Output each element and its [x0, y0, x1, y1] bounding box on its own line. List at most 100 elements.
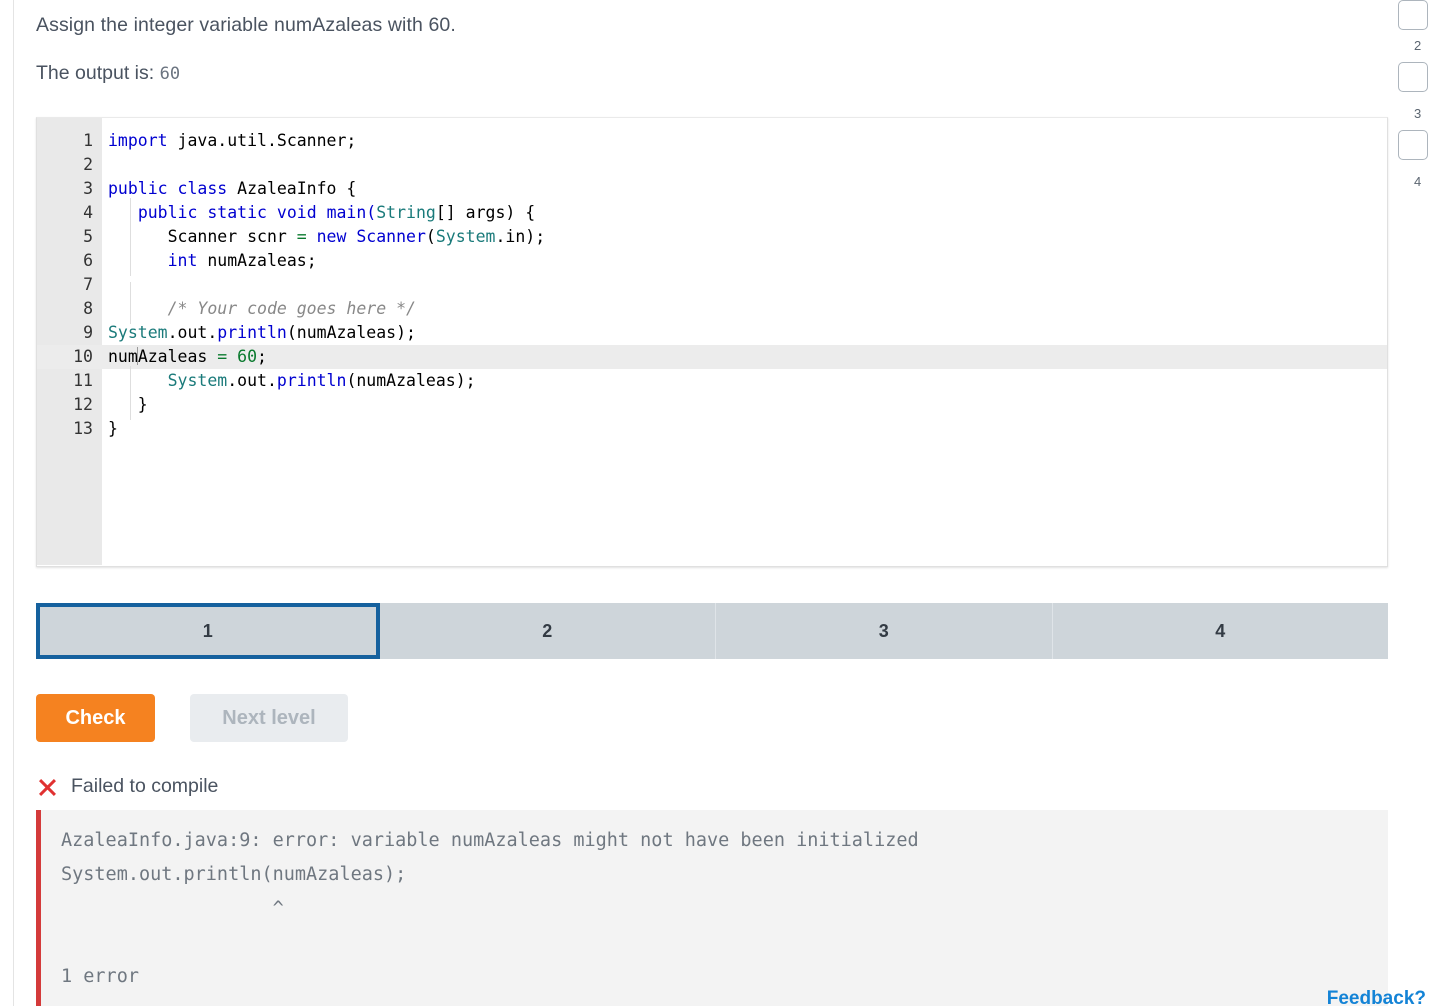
- code-token: }: [108, 395, 148, 414]
- code-token: /* Your code goes here */: [167, 299, 416, 318]
- page-root: Assign the integer variable numAzaleas w…: [0, 0, 1432, 1006]
- code-line[interactable]: 13}: [37, 417, 1387, 441]
- close-icon: [36, 776, 58, 798]
- code-token: println: [276, 371, 347, 390]
- code-token: public class: [108, 179, 238, 198]
- code-line-text: /* Your code goes here */: [102, 294, 416, 324]
- code-token: import: [108, 131, 178, 150]
- line-number: 4: [83, 203, 93, 222]
- line-number: 9: [83, 323, 93, 342]
- level-tab-3[interactable]: 3: [716, 603, 1053, 659]
- line-number: 10: [73, 347, 93, 366]
- level-tab-bar[interactable]: 1234: [36, 603, 1388, 659]
- right-rail[interactable]: 2 3 4: [1388, 0, 1432, 1006]
- code-line[interactable]: 11 System.out.println(numAzaleas);: [37, 366, 1387, 396]
- main-content: Assign the integer variable numAzaleas w…: [36, 0, 1391, 1006]
- code-line-text: int numAzaleas;: [102, 246, 317, 276]
- code-line[interactable]: 1 import java.util.Scanner;: [37, 129, 1387, 153]
- code-token: String: [376, 203, 436, 222]
- code-token: [] args) {: [435, 203, 536, 222]
- code-line[interactable]: 6 int numAzaleas;: [37, 246, 1387, 276]
- code-token: Scanner scnr: [108, 227, 297, 246]
- code-token: println: [217, 323, 287, 342]
- task-prompt: Assign the integer variable numAzaleas w…: [36, 14, 456, 36]
- code-token: .out.: [227, 371, 277, 390]
- compile-status: Failed to compile: [36, 775, 1391, 798]
- code-token: .in);: [495, 227, 546, 246]
- code-editor[interactable]: 1 import java.util.Scanner; 2 3 public class…: [36, 117, 1388, 567]
- code-line[interactable]: 9 System.out.println(numAzaleas);: [37, 321, 1387, 345]
- code-token: Scanner: [356, 227, 426, 246]
- expected-output-value: 60: [159, 64, 181, 84]
- code-line-text: public class AzaleaInfo {: [102, 177, 356, 201]
- rail-step-box[interactable]: [1398, 62, 1428, 92]
- code-token: int: [167, 251, 198, 270]
- code-line[interactable]: 12 }: [37, 390, 1387, 420]
- line-number: 6: [83, 251, 93, 270]
- code-token: numAzaleas;: [197, 251, 317, 270]
- code-line-text: System.out.println(numAzaleas);: [102, 366, 476, 396]
- line-number: 11: [73, 371, 93, 390]
- code-line-text: }: [102, 417, 118, 441]
- code-token: =: [296, 227, 307, 246]
- code-token: Azaleas: [137, 347, 218, 366]
- check-button[interactable]: Check: [36, 694, 155, 742]
- code-line[interactable]: 7: [37, 273, 1387, 312]
- rail-step-number: 4: [1414, 174, 1422, 189]
- rail-step-box[interactable]: [1398, 0, 1428, 30]
- code-token: main(: [326, 203, 377, 222]
- code-token: num: [108, 347, 138, 366]
- code-area[interactable]: 1 import java.util.Scanner; 2 3 public class…: [37, 118, 1387, 441]
- code-token: }: [108, 419, 118, 438]
- code-token: ;: [257, 347, 267, 366]
- code-token: new: [316, 227, 357, 246]
- level-tab-2[interactable]: 2: [379, 603, 716, 659]
- code-line-text: System.out.println(numAzaleas);: [102, 321, 416, 345]
- line-number: 13: [73, 419, 93, 438]
- code-line[interactable]: 5 Scanner scnr = new Scanner(System.in);: [37, 222, 1387, 252]
- left-divider: [13, 0, 14, 1006]
- code-line[interactable]: 8 /* Your code goes here */: [37, 294, 1387, 324]
- code-token: (: [425, 227, 436, 246]
- code-line[interactable]: 4 public static void main(String[] args)…: [37, 198, 1387, 228]
- code-line-text: }: [102, 390, 148, 420]
- code-line-text: import java.util.Scanner;: [102, 129, 356, 153]
- code-line[interactable]: 3 public class AzaleaInfo {: [37, 177, 1387, 201]
- line-number: 7: [83, 275, 93, 294]
- code-token: AzaleaInfo {: [237, 179, 357, 198]
- code-token: 60: [237, 347, 258, 366]
- level-tab-1[interactable]: 1: [36, 603, 380, 659]
- rail-step-number: 3: [1414, 106, 1422, 121]
- line-number: 5: [83, 227, 93, 246]
- code-token: java.util.Scanner;: [177, 131, 357, 150]
- line-number: 2: [83, 155, 93, 174]
- code-line[interactable]: 2: [37, 153, 1387, 177]
- code-token: System: [435, 227, 496, 246]
- code-token: public static void: [137, 203, 327, 222]
- level-tab-4[interactable]: 4: [1052, 603, 1388, 659]
- code-line[interactable]: 10 numAzaleas = 60;: [37, 345, 1387, 369]
- rail-step-box[interactable]: [1398, 130, 1428, 160]
- compiler-error-output: AzaleaInfo.java:9: error: variable numAz…: [36, 810, 1388, 1006]
- line-number: 1: [83, 131, 93, 150]
- code-line-text: numAzaleas = 60;: [102, 345, 267, 369]
- rail-step-number: 2: [1414, 38, 1422, 53]
- code-token: System: [167, 371, 228, 390]
- code-token: (numAzaleas);: [346, 371, 476, 390]
- feedback-link[interactable]: Feedback?: [1327, 988, 1426, 1006]
- code-token: =: [217, 347, 228, 366]
- expected-output-label: The output is:: [36, 62, 155, 84]
- code-token: .out.: [167, 323, 218, 342]
- line-number: 3: [83, 179, 93, 198]
- code-token: System: [108, 323, 168, 342]
- next-level-button: Next level: [190, 694, 348, 742]
- expected-output-row: The output is: 60: [36, 60, 1391, 87]
- code-token: (numAzaleas);: [286, 323, 416, 342]
- compile-status-text: Failed to compile: [71, 775, 219, 797]
